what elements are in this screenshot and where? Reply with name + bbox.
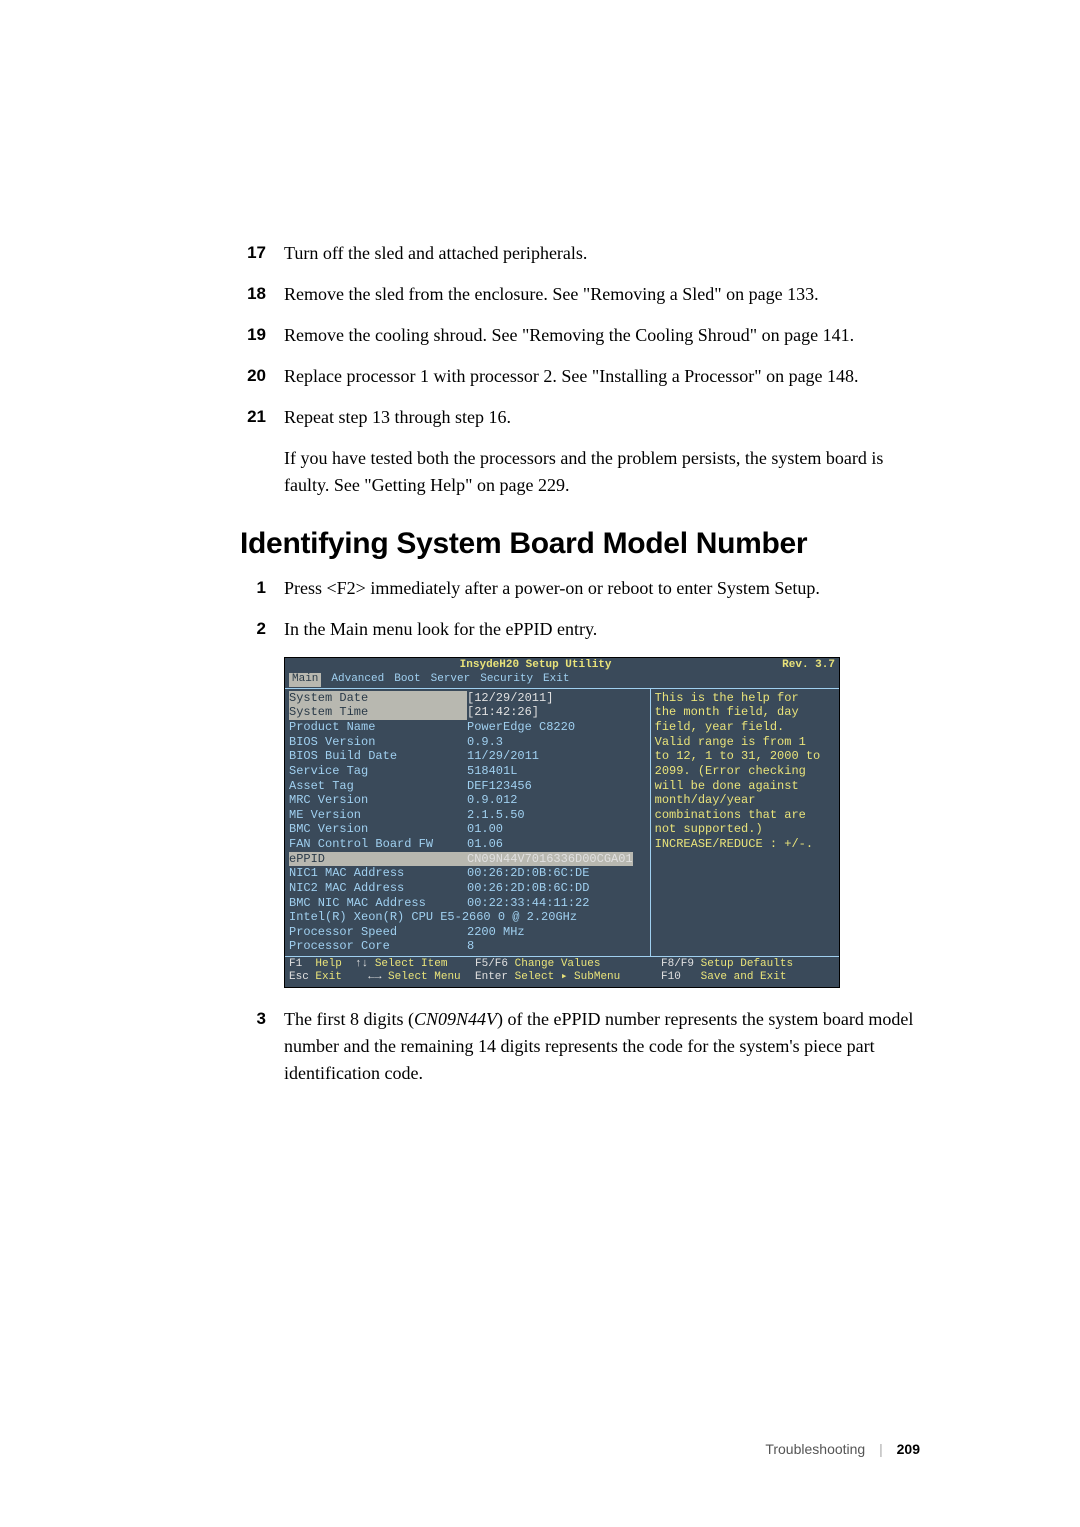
bios-menu-bar: Main Advanced Boot Server Security Exit xyxy=(285,673,839,687)
bios-title: InsydeH20 Setup Utility xyxy=(460,659,612,672)
bios-row: System Date[12/29/2011] xyxy=(289,691,646,706)
bios-row: FAN Control Board FW01.06 xyxy=(289,837,646,852)
bios-menu-security[interactable]: Security xyxy=(480,673,533,686)
step-17: 17Turn off the sled and attached periphe… xyxy=(240,240,920,267)
bios-footer-bar: F1 Help ↑↓ Select Item F5/F6 Change Valu… xyxy=(285,957,839,987)
bios-help-line: not supported.) xyxy=(655,822,835,837)
bios-row: ME Version2.1.5.50 xyxy=(289,808,646,823)
bios-row: Service Tag518401L xyxy=(289,764,646,779)
bios-help-line: month/day/year xyxy=(655,793,835,808)
bios-row: BMC NIC MAC Address00:22:33:44:11:22 xyxy=(289,896,646,911)
step-18: 18Remove the sled from the enclosure. Se… xyxy=(240,281,920,308)
bios-row: BIOS Version0.9.3 xyxy=(289,735,646,750)
bios-menu-boot[interactable]: Boot xyxy=(394,673,420,686)
step-21-continuation: If you have tested both the processors a… xyxy=(240,445,920,499)
bios-help-line: will be done against xyxy=(655,779,835,794)
bios-row: BMC Version01.00 xyxy=(289,822,646,837)
bios-help-line: to 12, 1 to 31, 2000 to xyxy=(655,749,835,764)
bios-row: Asset TagDEF123456 xyxy=(289,779,646,794)
bios-menu-server[interactable]: Server xyxy=(431,673,471,686)
bottom-steps-list: 1Press <F2> immediately after a power-on… xyxy=(240,575,920,643)
bios-menu-advanced[interactable]: Advanced xyxy=(331,673,384,686)
footer-separator: | xyxy=(879,1441,883,1457)
bios-row: Processor Speed2200 MHz xyxy=(289,925,646,940)
bios-rev: Rev. 3.7 xyxy=(782,659,835,672)
footer-page-number: 209 xyxy=(897,1441,920,1457)
bios-row: NIC1 MAC Address00:26:2D:0B:6C:DE xyxy=(289,866,646,881)
bios-help-line: the month field, day xyxy=(655,705,835,720)
bios-screenshot: InsydeH20 Setup Utility Rev. 3.7 Main Ad… xyxy=(284,657,840,988)
heading-identifying-system-board: Identifying System Board Model Number xyxy=(240,527,920,561)
bios-help-line: combinations that are xyxy=(655,808,835,823)
step-3-list: 3 The first 8 digits (CN09N44V) of the e… xyxy=(240,1006,920,1087)
bios-row: MRC Version0.9.012 xyxy=(289,793,646,808)
step-2: 2In the Main menu look for the ePPID ent… xyxy=(240,616,920,643)
step-19: 19Remove the cooling shroud. See "Removi… xyxy=(240,322,920,349)
bios-row: BIOS Build Date11/29/2011 xyxy=(289,749,646,764)
bios-help-line: INCREASE/REDUCE : +/-. xyxy=(655,837,835,852)
bios-help-line: field, year field. xyxy=(655,720,835,735)
top-steps-list: 17Turn off the sled and attached periphe… xyxy=(240,240,920,499)
bios-menu-exit[interactable]: Exit xyxy=(543,673,569,686)
bios-main-panel: System Date[12/29/2011]System Time[21:42… xyxy=(285,689,651,956)
footer-section: Troubleshooting xyxy=(765,1441,865,1457)
bios-menu-main[interactable]: Main xyxy=(289,673,321,686)
bios-row: Product NamePowerEdge C8220 xyxy=(289,720,646,735)
bios-help-line: This is the help for xyxy=(655,691,835,706)
step-3: 3 The first 8 digits (CN09N44V) of the e… xyxy=(240,1006,920,1087)
bios-row: System Time[21:42:26] xyxy=(289,705,646,720)
bios-row: ePPIDCN09N44V7016336D00CGA01 xyxy=(289,852,646,867)
bios-help-panel: This is the help forthe month field, day… xyxy=(651,689,839,956)
bios-row: Processor Core8 xyxy=(289,939,646,954)
step-20: 20Replace processor 1 with processor 2. … xyxy=(240,363,920,390)
step-1: 1Press <F2> immediately after a power-on… xyxy=(240,575,920,602)
eppid-code: CN09N44V xyxy=(414,1009,497,1029)
page-footer: Troubleshooting | 209 xyxy=(765,1441,920,1457)
bios-help-line: 2099. (Error checking xyxy=(655,764,835,779)
step-21: 21Repeat step 13 through step 16. xyxy=(240,404,920,431)
bios-row: Intel(R) Xeon(R) CPU E5-2660 0 @ 2.20GHz xyxy=(289,910,646,925)
bios-title-bar: InsydeH20 Setup Utility Rev. 3.7 xyxy=(285,658,839,673)
bios-row: NIC2 MAC Address00:26:2D:0B:6C:DD xyxy=(289,881,646,896)
bios-help-line: Valid range is from 1 xyxy=(655,735,835,750)
